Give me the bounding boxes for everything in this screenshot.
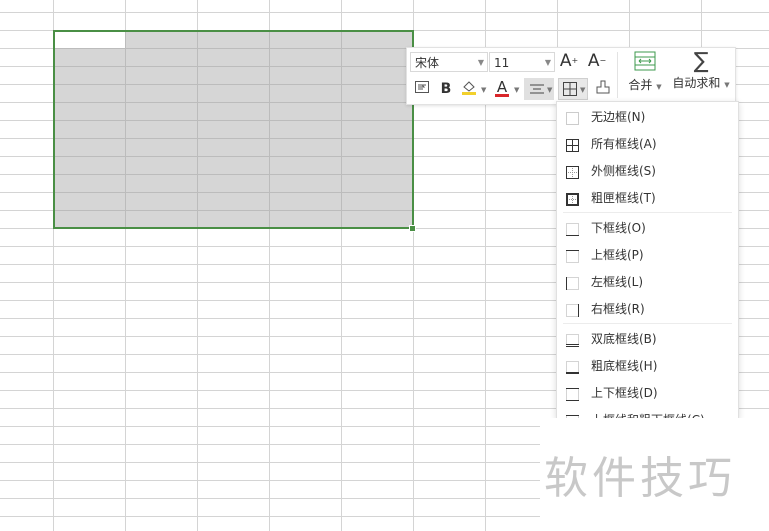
menu-item-label: 左框线(L) <box>591 275 644 289</box>
font-color-button[interactable]: A <box>492 77 512 97</box>
font-name-select[interactable]: 宋体 ▼ <box>410 52 488 72</box>
fill-handle[interactable] <box>409 225 416 232</box>
align-center-icon <box>530 84 544 94</box>
increase-font-size-button[interactable]: A+ <box>559 51 579 71</box>
top-border-icon <box>566 248 579 263</box>
sigma-icon: ∑ <box>693 49 709 74</box>
decrease-font-size-button[interactable]: A− <box>587 51 607 71</box>
bottom-border-icon <box>566 221 579 236</box>
font-size-select[interactable]: 11 ▼ <box>489 52 555 72</box>
menu-item-label: 无边框(N) <box>591 110 646 124</box>
menu-item-label: 粗底框线(H) <box>591 359 658 373</box>
menu-item[interactable]: 粗匣框线(T) <box>557 185 738 211</box>
double-bottom-border-icon <box>566 332 579 347</box>
menu-divider <box>563 323 732 324</box>
chevron-down-icon: ▼ <box>656 83 662 91</box>
menu-item[interactable]: 下框线(O) <box>557 215 738 241</box>
menu-item[interactable]: 粗底框线(H) <box>557 353 738 379</box>
wrap-text-icon <box>415 81 429 93</box>
increase-font-label: A <box>559 51 572 71</box>
left-border-icon <box>566 275 579 290</box>
menu-item-label: 双底框线(B) <box>591 332 657 346</box>
merge-button[interactable]: 合并 ▼ <box>623 50 667 93</box>
no-border-icon <box>566 110 579 125</box>
chevron-down-icon[interactable]: ▼ <box>481 86 486 94</box>
menu-item[interactable]: 右框线(R) <box>557 296 738 322</box>
fill-color-button[interactable] <box>459 78 479 98</box>
menu-item[interactable]: 所有框线(A) <box>557 131 738 157</box>
font-name-value: 宋体 <box>415 56 440 70</box>
font-color-bar <box>495 94 509 97</box>
menu-item[interactable]: 上下框线(D) <box>557 380 738 406</box>
bold-button[interactable]: B <box>436 79 456 99</box>
chevron-down-icon: ▼ <box>544 58 551 67</box>
menu-item-label: 所有框线(A) <box>591 137 657 151</box>
right-border-icon <box>566 302 579 317</box>
menu-item-label: 上下框线(D) <box>591 386 658 400</box>
wrap-text-button[interactable] <box>412 79 432 99</box>
merge-cells-icon <box>634 51 656 71</box>
watermark: 软件技巧 <box>540 418 769 531</box>
borders-button[interactable]: ▼ <box>558 78 588 100</box>
decrease-font-label: A <box>587 51 600 71</box>
selection-border <box>53 30 414 229</box>
menu-item-label: 右框线(R) <box>591 302 645 316</box>
menu-item[interactable]: 无边框(N) <box>557 104 738 130</box>
menu-item[interactable]: 外侧框线(S) <box>557 158 738 184</box>
menu-divider <box>563 212 732 213</box>
chevron-down-icon: ▼ <box>477 58 484 67</box>
menu-item[interactable]: 双底框线(B) <box>557 326 738 352</box>
align-center-button[interactable]: ▼ <box>524 78 554 100</box>
watermark-text: 软件技巧 <box>544 453 736 504</box>
thick-box-border-icon <box>566 191 579 206</box>
thick-bottom-border-icon <box>566 359 579 374</box>
chevron-down-icon: ▼ <box>580 86 586 94</box>
font-size-value: 11 <box>494 56 510 70</box>
menu-item[interactable]: 左框线(L) <box>557 269 738 295</box>
format-painter-button[interactable] <box>593 79 613 99</box>
all-borders-icon <box>563 82 577 96</box>
autosum-label: 自动求和 ▼ <box>672 76 730 90</box>
merge-label: 合并 ▼ <box>628 78 662 92</box>
chevron-down-icon: ▼ <box>724 81 730 89</box>
outside-borders-icon <box>566 164 579 179</box>
floating-format-toolbar: 宋体 ▼ 11 ▼ A+ A− B ▼ A ▼ ▼ ▼ 合并 ▼ ∑ 自动求和 … <box>406 47 736 105</box>
chevron-down-icon[interactable]: ▼ <box>514 86 519 94</box>
menu-item-label: 上框线(P) <box>591 248 644 262</box>
plus-icon: + <box>571 56 579 65</box>
toolbar-divider <box>617 52 618 98</box>
menu-item-label: 下框线(O) <box>591 221 646 235</box>
border-dropdown-menu: 无边框(N) 所有框线(A) 外侧框线(S) 粗匣框线(T) 下框线(O) 上框线(P) 左… <box>556 101 739 419</box>
format-painter-icon <box>596 80 610 94</box>
autosum-button[interactable]: ∑ 自动求和 ▼ <box>669 50 733 91</box>
chevron-down-icon: ▼ <box>547 86 553 94</box>
top-bottom-border-icon <box>566 386 579 401</box>
minus-icon: − <box>599 56 607 65</box>
paint-bucket-icon <box>462 81 476 95</box>
menu-item[interactable]: 上框线(P) <box>557 242 738 268</box>
all-borders-icon <box>566 137 579 152</box>
menu-item-label: 粗匣框线(T) <box>591 191 656 205</box>
menu-item-label: 外侧框线(S) <box>591 164 656 178</box>
